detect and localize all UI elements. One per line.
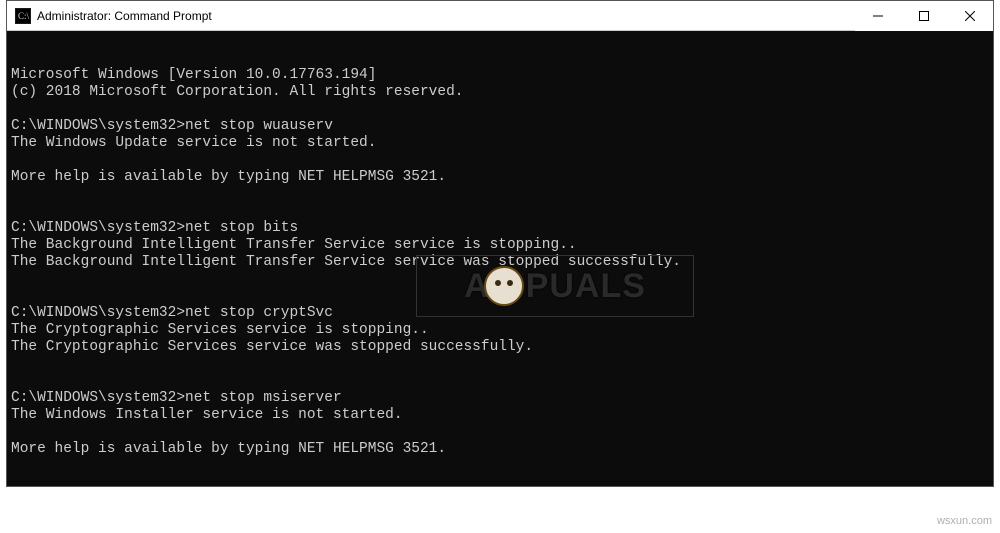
terminal-line — [11, 373, 989, 390]
terminal-line: The Windows Installer service is not sta… — [11, 407, 989, 424]
terminal-line — [11, 203, 989, 220]
terminal-line: The Cryptographic Services service is st… — [11, 322, 989, 339]
cmd-icon: C:\ — [15, 8, 31, 24]
terminal-line — [11, 186, 989, 203]
terminal-line — [11, 424, 989, 441]
terminal-line — [11, 288, 989, 305]
terminal-line: C:\WINDOWS\system32>net stop wuauserv — [11, 118, 989, 135]
terminal-line: The Background Intelligent Transfer Serv… — [11, 254, 989, 271]
terminal-line: Microsoft Windows [Version 10.0.17763.19… — [11, 67, 989, 84]
terminal-line — [11, 458, 989, 475]
window-controls — [855, 1, 993, 30]
window-title: Administrator: Command Prompt — [37, 9, 212, 23]
terminal-line — [11, 475, 989, 486]
terminal-line: The Windows Update service is not starte… — [11, 135, 989, 152]
terminal-line: C:\WINDOWS\system32>net stop cryptSvc — [11, 305, 989, 322]
close-button[interactable] — [947, 1, 993, 31]
svg-text:C:\: C:\ — [18, 11, 30, 21]
terminal-output[interactable]: Microsoft Windows [Version 10.0.17763.19… — [7, 31, 993, 486]
terminal-line: The Cryptographic Services service was s… — [11, 339, 989, 356]
terminal-line: C:\WINDOWS\system32>net stop msiserver — [11, 390, 989, 407]
terminal-line — [11, 271, 989, 288]
minimize-button[interactable] — [855, 1, 901, 31]
maximize-button[interactable] — [901, 1, 947, 31]
terminal-line: The Background Intelligent Transfer Serv… — [11, 237, 989, 254]
command-prompt-window: C:\ Administrator: Command Prompt Micros… — [6, 0, 994, 487]
terminal-line — [11, 356, 989, 373]
source-watermark: wsxun.com — [937, 515, 992, 527]
terminal-line: More help is available by typing NET HEL… — [11, 169, 989, 186]
terminal-line: (c) 2018 Microsoft Corporation. All righ… — [11, 84, 989, 101]
terminal-line — [11, 152, 989, 169]
terminal-line: C:\WINDOWS\system32>net stop bits — [11, 220, 989, 237]
titlebar[interactable]: C:\ Administrator: Command Prompt — [7, 1, 993, 31]
terminal-line: More help is available by typing NET HEL… — [11, 441, 989, 458]
terminal-line — [11, 101, 989, 118]
